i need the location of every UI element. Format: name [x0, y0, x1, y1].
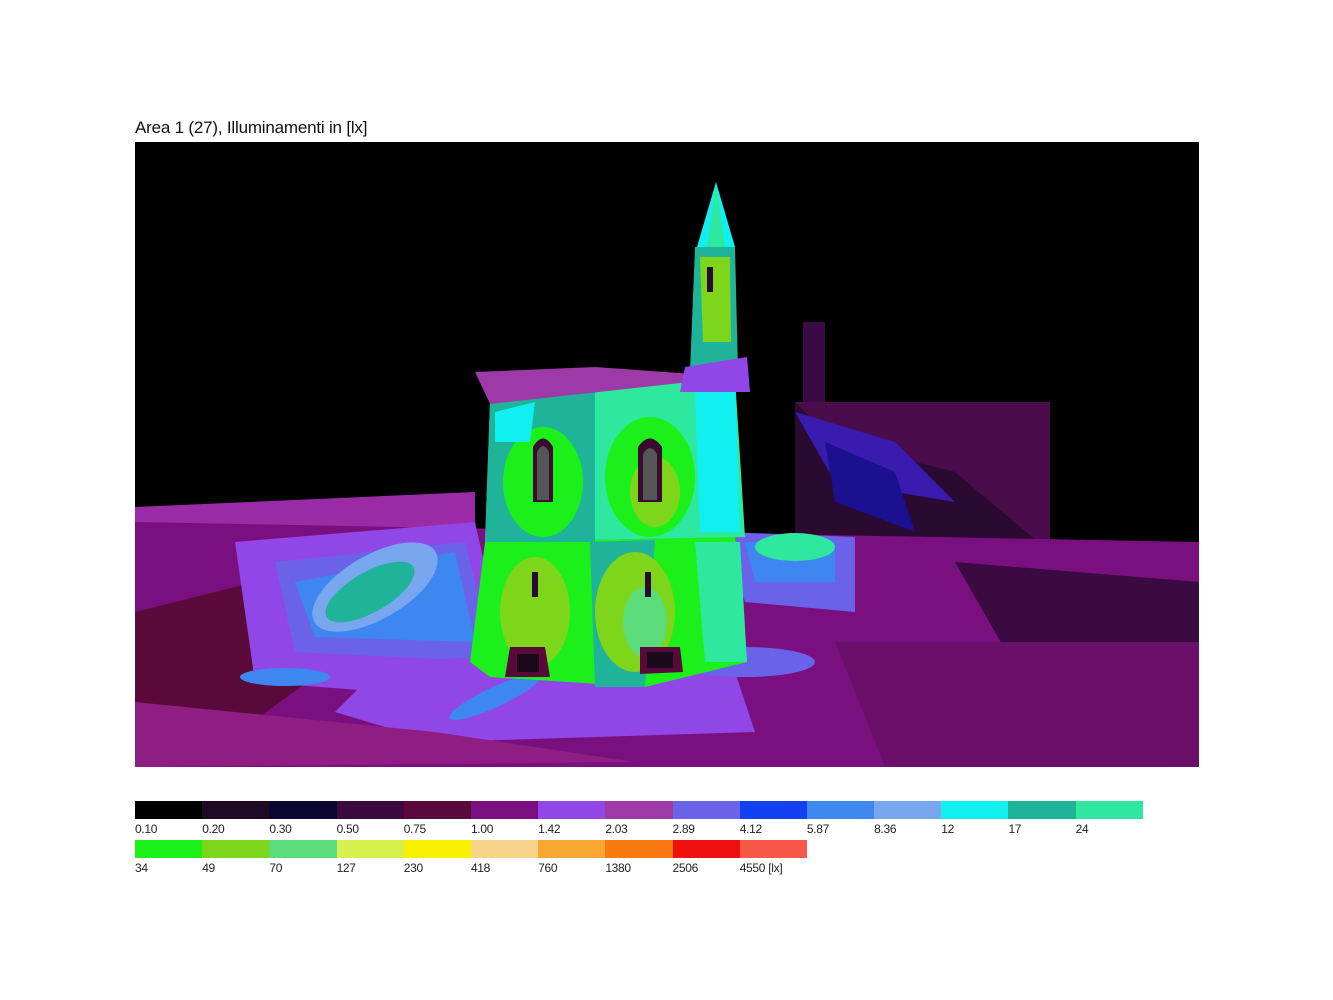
legend-swatch [1008, 801, 1076, 819]
legend-label: 4.12 [739, 822, 762, 836]
legend-swatch [672, 840, 740, 858]
legend-swatch [538, 801, 606, 819]
legend-label: 24 [1075, 822, 1089, 836]
legend-swatch [135, 801, 203, 819]
legend-swatch [739, 840, 807, 858]
false-color-scene [135, 142, 1199, 767]
legend-label: 1.00 [470, 822, 494, 836]
legend-label: 0.75 [403, 822, 426, 836]
legend-label: 49 [202, 861, 215, 875]
legend-swatch [739, 801, 807, 819]
legend-swatch [403, 801, 471, 819]
legend-label: 34 [135, 861, 148, 875]
legend-label: 8.36 [874, 822, 897, 836]
legend-swatch [605, 801, 673, 819]
legend-label: 70 [269, 861, 283, 875]
illuminance-render [135, 142, 1199, 767]
legend-swatch [874, 801, 942, 819]
building-upper [475, 367, 745, 542]
legend-label: 4550 [lx] [739, 861, 783, 875]
legend-label: 2.03 [605, 822, 628, 836]
legend-labels-row-1: 0.10 0.20 0.30 0.50 0.75 1.00 1.42 2.03 2.89 4.12… [135, 822, 1143, 836]
legend-label: 0.20 [202, 822, 225, 836]
legend-label: 230 [403, 861, 423, 875]
legend-label: 127 [336, 861, 356, 875]
legend-label: 0.10 [135, 822, 158, 836]
legend-swatch [202, 801, 270, 819]
legend-label: 1380 [605, 861, 631, 875]
legend-swatch [470, 840, 539, 858]
legend-label: 17 [1008, 822, 1022, 836]
legend-label: 2506 [672, 861, 699, 875]
legend-swatch [806, 801, 875, 819]
legend-label: 1.42 [538, 822, 561, 836]
legend-swatches-row-2 [135, 840, 807, 858]
legend-label: 12 [941, 822, 954, 836]
legend-swatch [269, 840, 337, 858]
legend-swatch [336, 840, 404, 858]
legend-swatch [202, 840, 270, 858]
legend-swatch [135, 840, 203, 858]
legend-swatch [941, 801, 1009, 819]
legend-swatch [470, 801, 539, 819]
legend-label: 0.50 [336, 822, 359, 836]
legend-swatch [672, 801, 740, 819]
legend-swatch [538, 840, 606, 858]
legend-label: 5.87 [806, 822, 830, 836]
legend-label: 760 [538, 861, 558, 875]
legend-swatch [403, 840, 471, 858]
legend-swatch [269, 801, 337, 819]
legend-labels-row-2: 34 49 70 127 230 418 760 1380 2506 4550 [lx] [135, 861, 807, 875]
legend-label: 0.30 [269, 822, 292, 836]
legend-swatch [605, 840, 673, 858]
legend-swatches-row-1 [135, 801, 1143, 819]
legend-swatch [336, 801, 404, 819]
legend-label: 2.89 [672, 822, 695, 836]
legend-label: 418 [470, 861, 491, 875]
figure-title: Area 1 (27), Illuminamenti in [lx] [135, 118, 368, 137]
building-lower [470, 537, 747, 687]
legend-swatch [1075, 801, 1143, 819]
